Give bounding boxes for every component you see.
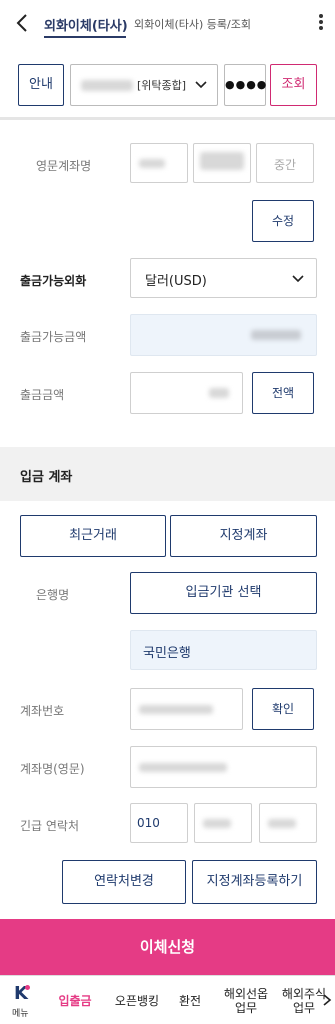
select-bank-button[interactable]: 입금기관 선택 <box>130 572 317 614</box>
english-middle-name-field[interactable]: 중간 <box>256 143 314 183</box>
menu-label: 메뉴 <box>12 1009 29 1019</box>
chevron-down-icon <box>195 81 207 89</box>
edit-name-button[interactable]: 수정 <box>252 200 314 242</box>
change-contact-button[interactable]: 연락처변경 <box>62 860 186 904</box>
back-arrow-icon[interactable] <box>10 10 36 36</box>
all-amount-button[interactable]: 전액 <box>252 372 314 414</box>
selected-bank-value: 국민은행 <box>143 646 191 661</box>
phone-prefix-field[interactable]: 010 <box>130 803 188 843</box>
english-first-name-field[interactable] <box>130 143 188 183</box>
menu-button[interactable]: K 메뉴 <box>0 976 44 1024</box>
designated-account-button[interactable]: 지정계좌 <box>170 515 317 557</box>
guide-button[interactable]: 안내 <box>18 64 64 106</box>
masked-amount <box>209 388 229 398</box>
chevron-down-icon <box>292 275 304 283</box>
submit-transfer-button[interactable]: 이체신청 <box>0 919 335 975</box>
nav-open-banking[interactable]: 오픈뱅킹 <box>106 976 168 1024</box>
nav-deposit-withdraw[interactable]: 입출금 <box>50 976 100 1024</box>
account-name-english-field[interactable] <box>130 746 317 788</box>
account-select-row: 안내 [위탁종합] ●●●● 조회 <box>0 50 335 120</box>
withdraw-amount-label: 출금금액 <box>20 388 65 402</box>
selected-bank-field: 국민은행 <box>130 630 317 670</box>
account-number-label: 계좌번호 <box>20 704 65 718</box>
phone-middle-field[interactable] <box>194 803 252 843</box>
account-number-field[interactable] <box>130 688 243 730</box>
chevron-right-icon[interactable] <box>321 992 333 1008</box>
english-last-name-field[interactable] <box>193 143 251 183</box>
account-dropdown[interactable]: [위탁종합] <box>70 64 218 106</box>
phone-last-field[interactable] <box>259 803 317 843</box>
password-field[interactable]: ●●●● <box>224 64 266 106</box>
masked-text <box>200 152 244 170</box>
masked-text <box>139 159 165 168</box>
currency-dropdown[interactable]: 달러(USD) <box>130 258 317 298</box>
deposit-section-header: 입금 계좌 <box>0 447 335 501</box>
account-name-english-label: 계좌명(영문) <box>20 762 85 776</box>
account-type-tag: [위탁종합] <box>137 79 187 92</box>
tab-foreign-transfer[interactable]: 외화이체(타사) <box>44 15 128 34</box>
currency-value: 달러(USD) <box>145 274 207 289</box>
masked-amount <box>251 330 301 340</box>
available-amount-field <box>130 314 317 356</box>
register-designated-account-button[interactable]: 지정계좌등록하기 <box>192 860 317 904</box>
bank-name-label: 은행명 <box>36 588 70 602</box>
nav-overseas-futures[interactable]: 해외선옵 업무 <box>218 976 274 1024</box>
more-menu-icon[interactable] <box>315 12 327 36</box>
emergency-contact-label: 긴급 연락처 <box>20 819 80 833</box>
tab-foreign-transfer-register[interactable]: 외화이체(타사) 등록/조회 <box>134 16 251 32</box>
k-logo-icon: K <box>14 983 30 1004</box>
phone-prefix-value: 010 <box>137 816 160 830</box>
english-name-label: 영문계좌명 <box>36 159 92 173</box>
available-amount-label: 출금가능금액 <box>20 330 87 344</box>
masked-account-number <box>81 80 133 91</box>
app-header: 외화이체(타사) 외화이체(타사) 등록/조회 <box>0 0 335 48</box>
deposit-section-title: 입금 계좌 <box>20 470 73 485</box>
masked-account-name <box>139 763 227 772</box>
masked-phone <box>203 819 231 828</box>
middle-name-placeholder: 중간 <box>273 158 297 172</box>
masked-phone <box>268 819 296 828</box>
bottom-navigation: K 메뉴 입출금 오픈뱅킹 환전 해외선옵 업무 해외주식 업무 <box>0 975 335 1024</box>
nav-exchange[interactable]: 환전 <box>170 976 210 1024</box>
withdraw-amount-field[interactable] <box>130 372 243 414</box>
inquiry-button[interactable]: 조회 <box>270 64 317 106</box>
masked-account-number <box>139 705 213 714</box>
confirm-account-button[interactable]: 확인 <box>252 688 314 730</box>
recent-transactions-button[interactable]: 최근거래 <box>20 515 166 557</box>
currency-label: 출금가능외화 <box>20 274 87 288</box>
active-tab-indicator <box>44 36 126 38</box>
